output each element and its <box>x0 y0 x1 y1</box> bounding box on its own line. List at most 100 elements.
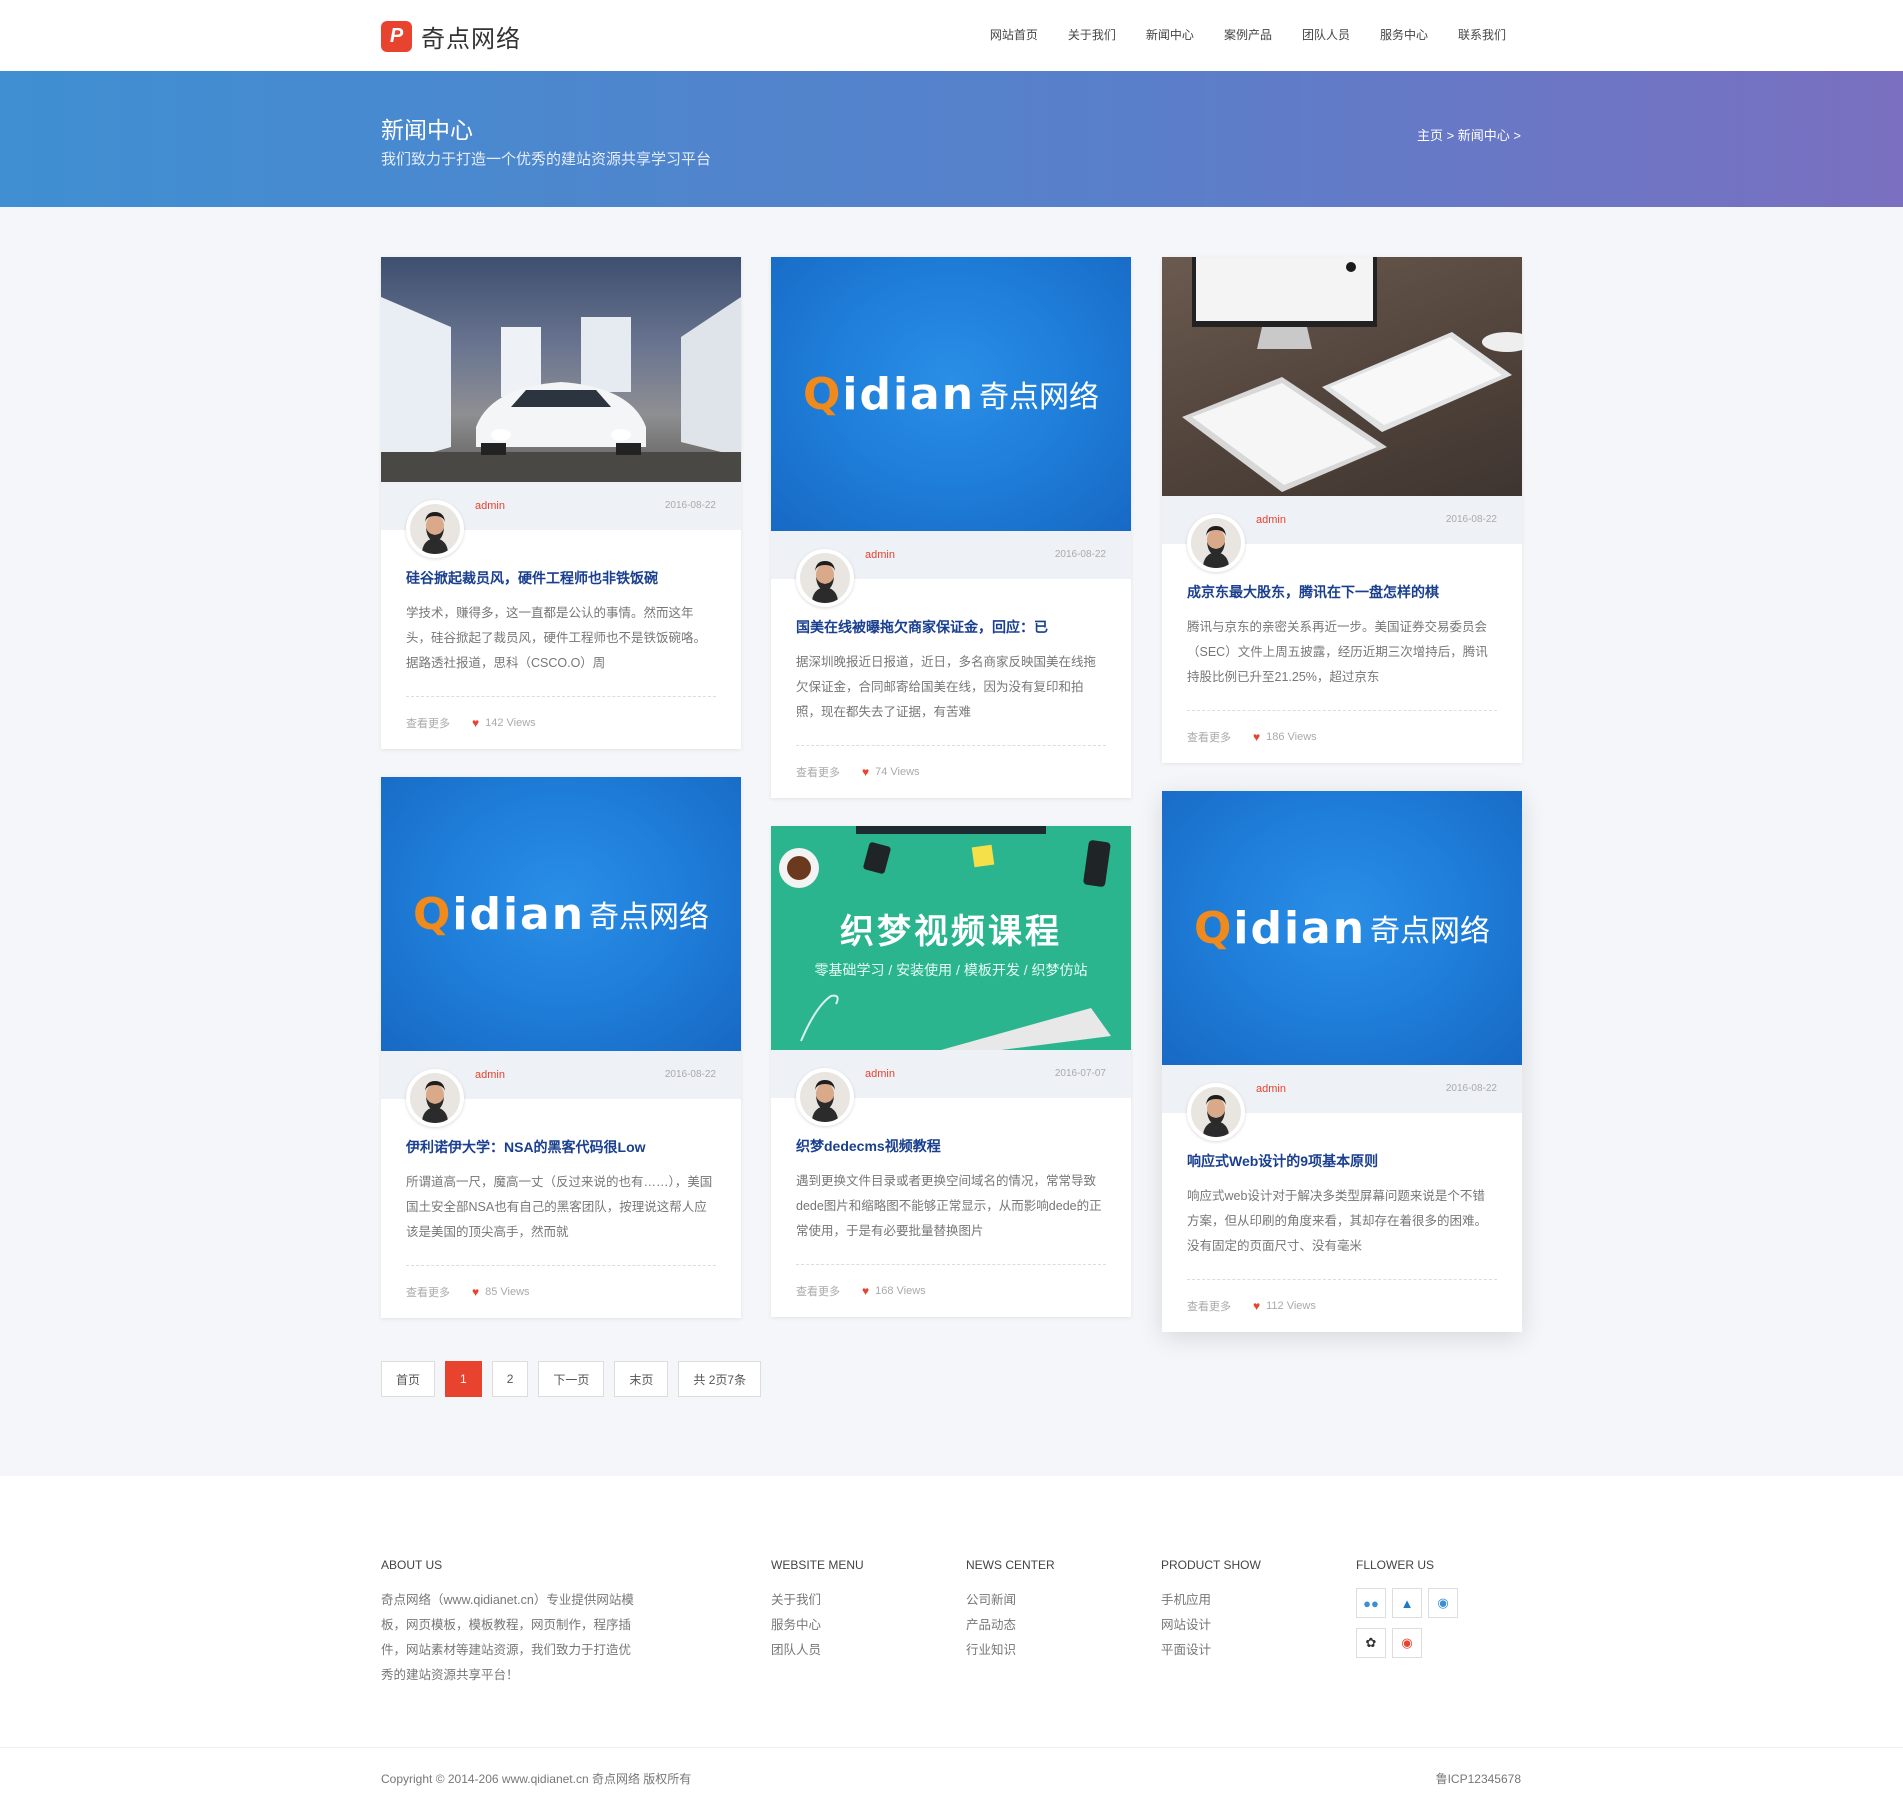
post-excerpt: 响应式web设计对于解决多类型屏幕问题来说是个不错方案，但从印刷的角度来看，其却… <box>1187 1189 1488 1253</box>
icp-number[interactable]: 鲁ICP12345678 <box>1436 1770 1521 1787</box>
read-more-link[interactable]: 查看更多 <box>796 764 840 780</box>
view-count: 142 Views <box>485 717 536 729</box>
news-card[interactable]: Qidian 奇点网络 admin 2016-08-22 伊利诺伊大学：NSA的黑… <box>381 777 741 1318</box>
heart-icon[interactable]: ♥ <box>862 1284 869 1298</box>
news-card[interactable]: 织梦视频课程 零基础学习 / 安装使用 / 模板开发 / 织梦仿站 admin … <box>771 826 1131 1317</box>
avatar <box>406 500 464 558</box>
page-first-button[interactable]: 首页 <box>381 1361 436 1397</box>
read-more-link[interactable]: 查看更多 <box>406 1284 450 1300</box>
news-card[interactable]: Qidian 奇点网络 admin 2016-08-22 国美在线被曝拖欠商家保证… <box>771 257 1131 798</box>
post-title[interactable]: 成京东最大股东，腾讯在下一盘怎样的棋 <box>1187 582 1497 602</box>
post-date: 2016-08-22 <box>664 1069 716 1080</box>
page-2-button[interactable]: 2 <box>491 1361 529 1397</box>
nav-cases[interactable]: 案例产品 <box>1224 26 1272 43</box>
avatar <box>406 1069 464 1127</box>
qq-icon[interactable]: ▲ <box>1392 1588 1422 1618</box>
main-nav: 网站首页 关于我们 新闻中心 案例产品 团队人员 服务中心 联系我们 <box>960 26 1506 43</box>
card-meta: admin 2016-08-22 <box>381 1051 741 1127</box>
read-more-link[interactable]: 查看更多 <box>1187 729 1231 745</box>
view-count: 74 Views <box>875 766 920 778</box>
nav-about[interactable]: 关于我们 <box>1068 26 1116 43</box>
nav-service[interactable]: 服务中心 <box>1380 26 1428 43</box>
footer-about-text: 秀的建站资源共享平台！ <box>381 1668 519 1682</box>
news-card[interactable]: Qidian 奇点网络 admin 2016-08-22 响应式Web设计的9项基… <box>1162 791 1522 1332</box>
course-title: 织梦视频课程 <box>840 913 1062 951</box>
footer-heading: ABOUT US <box>381 1558 443 1572</box>
footer-link-about[interactable]: 关于我们 <box>771 1588 864 1613</box>
author-name[interactable]: admin <box>475 1069 505 1081</box>
course-subtitle: 零基础学习 / 安装使用 / 模板开发 / 织梦仿站 <box>814 962 1088 978</box>
qidian-logo-q: Q <box>412 888 453 940</box>
wechat-icon[interactable]: ●● <box>1356 1588 1386 1618</box>
post-title[interactable]: 国美在线被曝拖欠商家保证金，回应：已 <box>796 617 1106 637</box>
desk-photo-image <box>1182 257 1522 492</box>
page-next-button[interactable]: 下一页 <box>538 1361 605 1397</box>
news-card[interactable]: admin 2016-08-22 硅谷掀起裁员风，硬件工程师也非铁饭碗 学技术，… <box>381 257 741 749</box>
author-name[interactable]: admin <box>865 549 895 561</box>
pagination: 首页 1 2 下一页 末页 共 2页7条 <box>381 1361 771 1397</box>
read-more-link[interactable]: 查看更多 <box>406 715 450 731</box>
footer-link-product-news[interactable]: 产品动态 <box>966 1613 1055 1638</box>
card-meta: admin 2016-08-22 <box>381 482 741 558</box>
post-excerpt: 据深圳晚报近日报道，近日，多名商家反映国美在线拖欠保证金，合同邮寄给国美在线，因… <box>796 655 1097 719</box>
card-meta: admin 2016-08-22 <box>1162 496 1522 572</box>
read-more-link[interactable]: 查看更多 <box>796 1283 840 1299</box>
card-thumbnail[interactable] <box>1162 257 1522 496</box>
card-thumbnail[interactable]: 织梦视频课程 零基础学习 / 安装使用 / 模板开发 / 织梦仿站 <box>771 826 1131 1050</box>
post-date: 2016-07-07 <box>1054 1068 1106 1079</box>
footer-link-service[interactable]: 服务中心 <box>771 1613 864 1638</box>
nav-contact[interactable]: 联系我们 <box>1458 26 1506 43</box>
nav-team[interactable]: 团队人员 <box>1302 26 1350 43</box>
page-title: 新闻中心 <box>381 117 473 143</box>
nav-news[interactable]: 新闻中心 <box>1146 26 1194 43</box>
pinterest-icon[interactable]: ◉ <box>1392 1628 1422 1658</box>
site-logo[interactable]: P 奇点网络 <box>381 19 521 54</box>
copyright-bar: Copyright © 2014-206 www.qidianet.cn 奇点网… <box>0 1747 1903 1817</box>
author-name[interactable]: admin <box>1256 514 1286 526</box>
logo-text: 奇点网络 <box>421 26 521 53</box>
renren-icon[interactable]: ✿ <box>1356 1628 1386 1658</box>
page-total-info: 共 2页7条 <box>678 1361 762 1397</box>
read-more-link[interactable]: 查看更多 <box>1187 1298 1231 1314</box>
page-last-button[interactable]: 末页 <box>614 1361 669 1397</box>
avatar <box>1187 514 1245 572</box>
qidian-logo-q: Q <box>802 368 843 420</box>
heart-icon[interactable]: ♥ <box>472 1285 479 1299</box>
author-name[interactable]: admin <box>865 1068 895 1080</box>
footer-about-text: 奇点网络（www.qidianet.cn）专业提供网站模 <box>381 1593 634 1607</box>
avatar <box>1187 1083 1245 1141</box>
heart-icon[interactable]: ♥ <box>472 716 479 730</box>
post-title[interactable]: 织梦dedecms视频教程 <box>796 1136 1106 1156</box>
post-excerpt: 学技术，赚得多，这一直都是公认的事情。然而这年头，硅谷掀起了裁员风，硬件工程师也… <box>406 606 707 670</box>
top-header: P 奇点网络 网站首页 关于我们 新闻中心 案例产品 团队人员 服务中心 联系我… <box>0 0 1903 71</box>
footer-follow: FLLOWER US ●● ▲ ◉ ✿ ◉ <box>1356 1558 1466 1668</box>
footer-link-mobile-apps[interactable]: 手机应用 <box>1161 1588 1261 1613</box>
heart-icon[interactable]: ♥ <box>862 765 869 779</box>
page-1-button[interactable]: 1 <box>445 1361 482 1397</box>
card-meta: admin 2016-07-07 <box>771 1050 1131 1126</box>
footer-heading: NEWS CENTER <box>966 1558 1055 1572</box>
qidian-logo-latin: idian <box>842 368 976 420</box>
card-thumbnail[interactable] <box>381 257 741 482</box>
footer-link-web-design[interactable]: 网站设计 <box>1161 1613 1261 1638</box>
weibo-icon[interactable]: ◉ <box>1428 1588 1458 1618</box>
news-card[interactable]: admin 2016-08-22 成京东最大股东，腾讯在下一盘怎样的棋 腾讯与京… <box>1162 257 1522 763</box>
footer-link-industry[interactable]: 行业知识 <box>966 1638 1055 1663</box>
heart-icon[interactable]: ♥ <box>1253 730 1260 744</box>
card-thumbnail[interactable]: Qidian 奇点网络 <box>1162 791 1522 1065</box>
card-thumbnail[interactable]: Qidian 奇点网络 <box>381 777 741 1051</box>
heart-icon[interactable]: ♥ <box>1253 1299 1260 1313</box>
breadcrumb[interactable]: 主页 > 新闻中心 > <box>1417 125 1521 144</box>
qidian-logo-latin: idian <box>1233 902 1367 954</box>
post-date: 2016-08-22 <box>664 500 716 511</box>
post-title[interactable]: 硅谷掀起裁员风，硬件工程师也非铁饭碗 <box>406 568 716 588</box>
card-thumbnail[interactable]: Qidian 奇点网络 <box>771 257 1131 531</box>
author-name[interactable]: admin <box>475 500 505 512</box>
post-title[interactable]: 响应式Web设计的9项基本原则 <box>1187 1151 1497 1171</box>
author-name[interactable]: admin <box>1256 1083 1286 1095</box>
nav-home[interactable]: 网站首页 <box>990 26 1038 43</box>
post-title[interactable]: 伊利诺伊大学：NSA的黑客代码很Low <box>406 1137 716 1157</box>
footer-link-graphic-design[interactable]: 平面设计 <box>1161 1638 1261 1663</box>
footer-link-team[interactable]: 团队人员 <box>771 1638 864 1663</box>
footer-link-company-news[interactable]: 公司新闻 <box>966 1588 1055 1613</box>
